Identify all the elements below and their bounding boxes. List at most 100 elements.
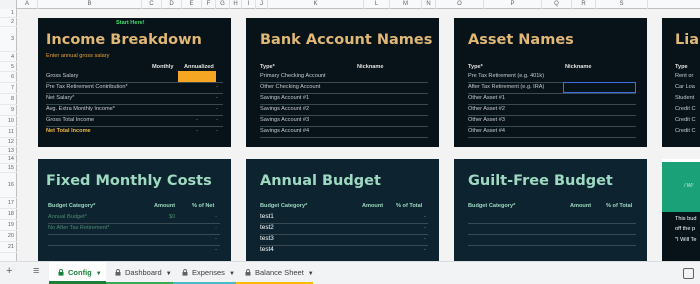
- row-number[interactable]: 14: [0, 155, 17, 164]
- column-header[interactable]: C: [142, 0, 162, 9]
- bank-account-type: Primary Checking Account: [260, 73, 326, 79]
- gross-total-annualized-value: -: [216, 117, 218, 123]
- liab-type-column-header: Type: [675, 64, 688, 70]
- net-total-annualized-value: -: [216, 128, 218, 134]
- column-header[interactable]: L: [364, 0, 390, 9]
- extra-income-annualized-value: -: [216, 106, 218, 112]
- info-text-box: This bud off the p "I Will Te: [662, 212, 700, 261]
- annual-budget-pct: -: [215, 214, 217, 220]
- row-number[interactable]: 4: [0, 52, 17, 62]
- sheet-tab-dashboard[interactable]: Dashboard ▼: [106, 262, 173, 284]
- net-total-income-label: Net Total Income: [46, 128, 91, 134]
- all-sheets-list-icon[interactable]: ≡: [33, 265, 39, 277]
- column-header[interactable]: N: [422, 0, 436, 9]
- sheet-tab-label: Config: [68, 268, 92, 277]
- fixed-monthly-costs-title: Fixed Monthly Costs: [46, 173, 212, 189]
- asset-names-title: Asset Names: [468, 32, 574, 48]
- row-number[interactable]: 9: [0, 105, 17, 116]
- row-divider: [48, 234, 220, 235]
- column-header[interactable]: R: [572, 0, 596, 9]
- asset-names-card: Asset Names Type* Nickname Pre Tax Retir…: [454, 18, 647, 147]
- liability-type: Credit C: [675, 117, 696, 123]
- row-number[interactable]: 16: [0, 173, 17, 198]
- bank-account-type: Savings Account #1: [260, 95, 310, 101]
- income-breakdown-title: Income Breakdown: [46, 32, 202, 48]
- guilt-free-budget-card: Guilt-Free Budget Budget Category* Amoun…: [454, 159, 647, 261]
- row-number[interactable]: 2: [0, 18, 17, 27]
- annual-budget-category: Annual Budget*: [48, 214, 87, 220]
- row-number[interactable]: 21: [0, 242, 17, 253]
- row-number[interactable]: 12: [0, 138, 17, 147]
- row-divider: [46, 82, 223, 83]
- row-number[interactable]: 7: [0, 83, 17, 94]
- column-header[interactable]: P: [484, 0, 542, 9]
- row-divider: [260, 104, 428, 105]
- row-number[interactable]: 19: [0, 220, 17, 231]
- sheet-tab-balance-sheet[interactable]: Balance Sheet ▼: [236, 262, 314, 284]
- annual-budget-item: test2: [260, 224, 274, 231]
- row-number[interactable]: 3: [0, 27, 17, 52]
- column-header[interactable]: H: [230, 0, 242, 9]
- row-number[interactable]: 6: [0, 72, 17, 83]
- column-header[interactable]: D: [162, 0, 182, 9]
- row-number[interactable]: 5: [0, 62, 17, 72]
- row-number[interactable]: 8: [0, 94, 17, 105]
- empty-row-pct: -: [215, 236, 217, 242]
- explore-icon[interactable]: [683, 268, 694, 279]
- column-header[interactable]: J: [256, 0, 268, 9]
- column-header[interactable]: A: [17, 0, 38, 9]
- add-sheet-button[interactable]: +: [6, 265, 12, 277]
- annual-budget-amount: $0: [169, 214, 176, 220]
- column-header[interactable]: I: [242, 0, 256, 9]
- column-header[interactable]: M: [390, 0, 422, 9]
- guilt-amount-column-header: Amount: [570, 203, 592, 209]
- lock-icon: [182, 269, 188, 276]
- liabilities-card: Liab Type Rent or Car Loa Student Credit…: [662, 18, 700, 147]
- net-salary-label: Net Salary*: [46, 95, 75, 101]
- bank-account-type: Savings Account #3: [260, 117, 310, 123]
- column-header[interactable]: O: [436, 0, 484, 9]
- row-number[interactable]: 1: [0, 9, 17, 18]
- column-header[interactable]: S: [596, 0, 648, 9]
- annual-budget-card: Annual Budget Budget Category* Amount % …: [246, 159, 439, 261]
- pre-tax-annualized-value: -: [216, 84, 218, 90]
- sheet-tab-config[interactable]: Config ▼: [49, 262, 106, 284]
- liability-type: Credit C: [675, 106, 696, 112]
- annual-budget-item: test4: [260, 246, 274, 253]
- annual-item-pct: -: [424, 247, 426, 253]
- guilt-category-column-header: Budget Category*: [468, 203, 516, 209]
- income-instruction: Enter annual gross salary: [46, 53, 110, 59]
- monthly-column-header: Monthly: [152, 64, 174, 70]
- gross-salary-input[interactable]: [178, 71, 216, 82]
- row-divider: [260, 245, 428, 246]
- row-number[interactable]: 13: [0, 147, 17, 155]
- row-number[interactable]: 17: [0, 198, 17, 209]
- column-header[interactable]: F: [202, 0, 216, 9]
- row-number[interactable]: 18: [0, 209, 17, 220]
- fixed-monthly-costs-card: Fixed Monthly Costs Budget Category* Amo…: [38, 159, 231, 261]
- row-number[interactable]: 20: [0, 231, 17, 242]
- annualized-column-header: Annualized: [184, 64, 214, 70]
- column-header[interactable]: E: [182, 0, 202, 9]
- asset-type: After Tax Retirement (e.g. IRA): [468, 84, 545, 90]
- selected-cell-outline[interactable]: [563, 82, 636, 93]
- column-header[interactable]: B: [38, 0, 142, 9]
- start-here-label: Start Here!: [116, 20, 145, 26]
- column-header[interactable]: G: [216, 0, 230, 9]
- info-line: off the p: [675, 226, 696, 232]
- row-number[interactable]: 10: [0, 116, 17, 127]
- row-divider: [260, 93, 428, 94]
- after-tax-retirement-pct: -: [215, 225, 217, 231]
- row-number[interactable]: 11: [0, 127, 17, 138]
- sheet-tab-label: Balance Sheet: [255, 268, 304, 277]
- column-header-bar: A B C D E F G H I J K L M N O P Q R S: [0, 0, 700, 9]
- column-header[interactable]: Q: [542, 0, 572, 9]
- annual-budget-item: test1: [260, 213, 274, 220]
- select-all-corner[interactable]: [0, 0, 17, 9]
- column-header[interactable]: K: [268, 0, 364, 9]
- lock-icon: [58, 269, 64, 276]
- extra-income-label: Avg. Extra Monthly Income*: [46, 106, 115, 112]
- row-number[interactable]: 15: [0, 164, 17, 173]
- sheet-tab-expenses[interactable]: Expenses ▼: [173, 262, 236, 284]
- guilt-free-budget-title: Guilt-Free Budget: [468, 173, 613, 189]
